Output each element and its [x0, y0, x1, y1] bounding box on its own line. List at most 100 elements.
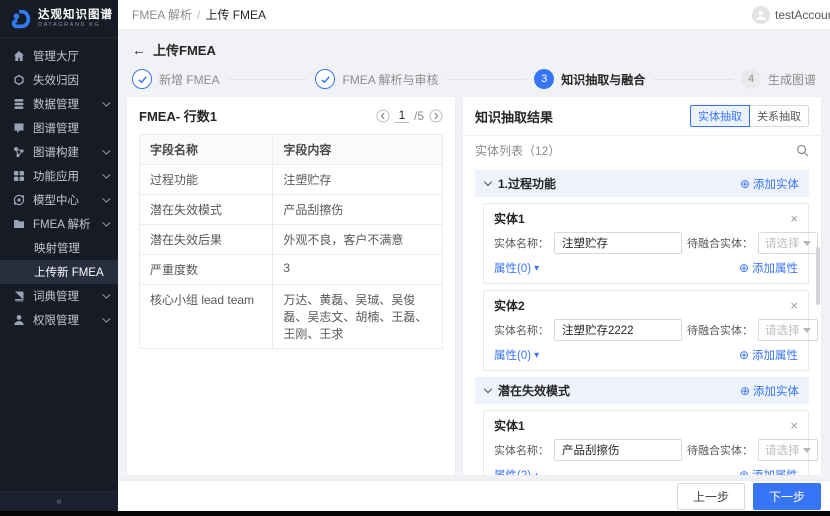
chevron-down-icon [102, 146, 111, 155]
sidebar-item-data-management[interactable]: 数据管理 [0, 92, 118, 116]
avatar [752, 5, 770, 24]
attributes-toggle[interactable]: 属性(0) ▾ [494, 347, 539, 363]
sidebar-item-upload-new-fmea[interactable]: 上传新 FMEA [0, 260, 118, 284]
entity-label: 实体1 [494, 212, 525, 226]
circle-plus-icon: ⊕ [739, 383, 750, 398]
entity-name-label: 实体名称： [494, 238, 549, 250]
sidebar-item-function-apps[interactable]: 功能应用 [0, 164, 118, 188]
add-entity-button[interactable]: ⊕ 添加实体 [740, 383, 799, 399]
attributes-count-label: 属性(2) [494, 467, 531, 475]
sidebar-item-dict-management[interactable]: 词典管理 [0, 284, 118, 308]
page-total: /5 [413, 108, 424, 123]
step-label: 新增 FMEA [159, 72, 220, 87]
sidebar-item-model-center[interactable]: 模型中心 [0, 188, 118, 212]
circle-plus-icon: ⊕ [738, 261, 749, 275]
add-attribute-label: 添加属性 [752, 350, 798, 362]
caret-up-icon: ▴ [534, 469, 540, 476]
collapse-sidebar-button[interactable]: « [0, 491, 118, 511]
model-icon [13, 194, 25, 206]
step-label: FMEA 解析与审核 [342, 72, 439, 87]
step-label: 知识抽取与融合 [561, 72, 646, 87]
sidebar-item-label: 数据管理 [33, 99, 79, 111]
scrollbar-thumb[interactable] [816, 247, 820, 305]
bottom-edge [0, 511, 830, 516]
entity-list-label: 实体列表（12） [475, 144, 561, 158]
section-failure-mode[interactable]: 潜在失效模式 ⊕ 添加实体 [475, 377, 809, 404]
close-icon[interactable]: × [790, 212, 798, 225]
field-content: 3 [272, 254, 443, 285]
next-page-icon[interactable] [429, 109, 443, 123]
search-icon[interactable] [796, 144, 809, 157]
user-menu[interactable]: testAccount [752, 5, 830, 24]
sidebar-item-mapping-management[interactable]: 映射管理 [0, 236, 118, 260]
sidebar-item-label: 功能应用 [33, 171, 79, 183]
field-content: 产品刮擦伤 [272, 194, 443, 225]
caret-down-icon: ▾ [534, 262, 540, 274]
back-arrow-icon[interactable]: ← [132, 43, 146, 57]
add-attribute-button[interactable]: ⊕ 添加属性 [739, 347, 798, 363]
merge-entity-select[interactable]: 请选择 [758, 232, 818, 254]
step-3-knowledge-extract: 3 知识抽取与融合 [534, 69, 645, 89]
attributes-toggle[interactable]: 属性(2) ▴ [494, 467, 540, 476]
add-attribute-button[interactable]: ⊕ 添加属性 [739, 467, 798, 475]
footer-actions: 上一步 下一步 [118, 481, 830, 511]
sidebar-item-label: 管理大厅 [33, 51, 79, 63]
extraction-result-panel: 知识抽取结果 实体抽取 关系抽取 实体列表（12） 1.过程功能 ⊕ 添加实体 … [463, 97, 821, 475]
chevron-down-icon [102, 314, 111, 323]
next-step-button[interactable]: 下一步 [752, 482, 821, 510]
table-row: 核心小组 lead team 万达、黄磊、吴珹、吴俊磊、吴志文、胡楠、王磊、王刚… [138, 284, 443, 349]
entity-name-input[interactable] [554, 439, 682, 461]
sidebar-item-graph-management[interactable]: 图谱管理 [0, 116, 118, 140]
sidebar-item-permission-management[interactable]: 权限管理 [0, 308, 118, 332]
sidebar-item-management-hall[interactable]: 管理大厅 [0, 44, 118, 68]
entity-name-input[interactable] [554, 232, 682, 254]
chevron-down-icon [483, 177, 493, 187]
step-1-new-fmea: 新增 FMEA [132, 69, 220, 89]
tab-relation-extraction[interactable]: 关系抽取 [750, 105, 809, 127]
chevron-down-icon [102, 170, 111, 179]
sidebar-item-failure-attribution[interactable]: 失效归因 [0, 68, 118, 92]
table-header-row: 字段名称 字段内容 [138, 134, 443, 165]
entity-card: 实体1 × 实体名称： 待融合实体： 请选择 属性 [483, 203, 818, 284]
entity-name-input[interactable] [554, 319, 682, 341]
merge-entity-select[interactable]: 请选择 [758, 319, 818, 341]
merge-entity-select[interactable]: 请选择 [758, 439, 818, 461]
check-icon [132, 69, 152, 89]
sidebar-item-fmea-parse[interactable]: FMEA 解析 [0, 212, 118, 236]
prev-step-button[interactable]: 上一步 [676, 482, 745, 510]
step-connector [446, 78, 527, 80]
step-number: 4 [741, 69, 761, 89]
prev-page-icon[interactable] [376, 109, 390, 123]
add-entity-button[interactable]: ⊕ 添加实体 [740, 176, 799, 192]
breadcrumb-link-fmea[interactable]: FMEA 解析 [132, 6, 192, 23]
entity-name-label: 实体名称： [494, 325, 549, 337]
home-icon [13, 50, 25, 62]
section-title: 1.过程功能 [498, 177, 557, 191]
caret-down-icon [803, 240, 811, 246]
attributes-toggle[interactable]: 属性(0) ▾ [494, 260, 539, 276]
add-attribute-button[interactable]: ⊕ 添加属性 [739, 260, 798, 276]
table-row: 潜在失效后果 外观不良，客户不满意 [138, 224, 443, 255]
field-name: 潜在失效后果 [138, 224, 274, 255]
extraction-result-title: 知识抽取结果 [475, 109, 554, 125]
page-number-input[interactable]: 1 [394, 108, 409, 123]
tab-entity-extraction[interactable]: 实体抽取 [690, 105, 750, 127]
breadcrumb-separator: / [197, 7, 201, 22]
page-header: ← 上传FMEA [118, 30, 830, 63]
sidebar-item-label: 上传新 FMEA [34, 267, 104, 279]
section-process-function[interactable]: 1.过程功能 ⊕ 添加实体 [475, 170, 809, 197]
select-placeholder: 请选择 [765, 238, 800, 250]
sidebar-item-label: 模型中心 [33, 195, 79, 207]
field-content: 外观不良，客户不满意 [272, 224, 443, 255]
close-icon[interactable]: × [790, 299, 798, 312]
person-icon [756, 10, 766, 20]
field-content: 万达、黄磊、吴珹、吴俊磊、吴志文、胡楠、王磊、王刚、王求 [272, 284, 443, 349]
hexagon-icon [13, 74, 25, 86]
attributes-count-label: 属性(0) [494, 263, 532, 275]
sidebar-item-graph-construction[interactable]: 图谱构建 [0, 140, 118, 164]
close-icon[interactable]: × [790, 419, 798, 432]
chevron-down-icon [102, 98, 111, 107]
sidebar-menu: 管理大厅 失效归因 数据管理 图谱管理 图谱构建 功能应用 模型中心 FMEA … [0, 38, 118, 491]
column-header-content: 字段内容 [272, 134, 443, 165]
sidebar-item-label: 失效归因 [33, 75, 79, 87]
